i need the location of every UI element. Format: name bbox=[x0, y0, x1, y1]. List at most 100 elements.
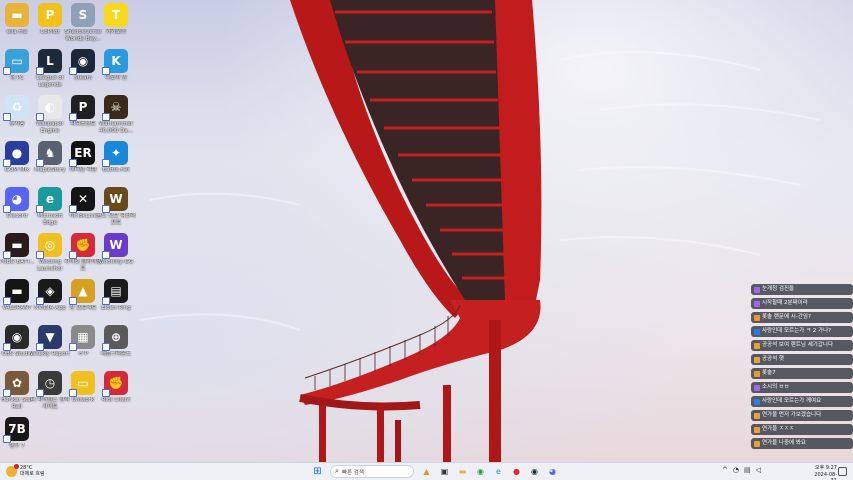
copilot-icon: P bbox=[38, 3, 62, 27]
desktop-shortcut-label: 텐구 7 bbox=[9, 443, 25, 449]
shortcut-arrow-icon bbox=[36, 159, 44, 167]
desktop-shortcut[interactable]: ✦ Battle.net bbox=[97, 141, 135, 185]
taskbar-search[interactable]: ⌕ 빠른 검색 bbox=[330, 465, 414, 478]
shortcut-arrow-icon bbox=[3, 67, 11, 75]
shortcut-arrow-icon bbox=[3, 159, 11, 167]
chat-message: 롯솔7 bbox=[751, 368, 853, 379]
weather-widget[interactable]: 28°C 대체로 흐림 bbox=[6, 463, 45, 477]
riot-client-icon: ✊ bbox=[102, 371, 128, 397]
shortcut-arrow-icon bbox=[69, 113, 77, 121]
chat-badge-icon bbox=[754, 300, 760, 307]
search-placeholder: 빠른 검색 bbox=[341, 469, 364, 476]
desktop-shortcut[interactable]: ▤ Elden Ring bbox=[97, 279, 135, 323]
shortcut-arrow-icon bbox=[102, 297, 110, 305]
shortcut-arrow-icon bbox=[36, 251, 44, 259]
desktop-shortcut[interactable]: ☠ Warhammer 40,000 Da... bbox=[97, 95, 135, 139]
taskbar-app-button[interactable]: e bbox=[492, 465, 505, 478]
system-tray: ^ ◔ ▤ ◁ bbox=[722, 466, 761, 474]
taskbar: 28°C 대체로 흐림 ⊞ ⌕ 빠른 검색 ▲ ▣ ▬ ◉ e ● ◉ ◕ ^ ◔ ▤ ◁ 오후 9… bbox=[0, 462, 853, 480]
chat-message-text: 사랑인데 모르는가 께여요 bbox=[762, 398, 822, 404]
notification-center-icon[interactable] bbox=[838, 467, 847, 476]
chat-message-text: 연가을 ㅈㅈㅈ bbox=[762, 426, 795, 432]
shortcut-arrow-icon bbox=[102, 159, 110, 167]
taskbar-app-button[interactable]: ◕ bbox=[546, 465, 559, 478]
chat-message-text: 연가을 먼저 가보겠습니다 bbox=[762, 412, 822, 418]
chat-message: 소시의 ㅂㅂ bbox=[751, 382, 853, 393]
shortcut-arrow-icon bbox=[102, 205, 110, 213]
desktop-shortcut-label: Riot Client bbox=[101, 397, 131, 403]
valorant-icon: ▬ bbox=[3, 279, 29, 305]
shortcut-arrow-icon bbox=[36, 343, 44, 351]
chat-message-text: 공공석 보여 랜트님 세기갑니다 bbox=[762, 342, 834, 348]
chat-message-text: 소시의 ㅂㅂ bbox=[762, 384, 790, 390]
shortcut-arrow-icon bbox=[3, 251, 11, 259]
desktop-shortcut[interactable]: T 카카오톡 bbox=[97, 3, 135, 47]
shortcut-arrow-icon bbox=[69, 159, 77, 167]
shortcut-arrow-icon bbox=[3, 297, 11, 305]
desktop-shortcut[interactable]: ✊ Riot Client bbox=[97, 371, 135, 415]
shortcut-arrow-icon bbox=[36, 389, 44, 397]
shortcut-arrow-icon bbox=[3, 435, 11, 443]
desktop-shortcut-label: 배틀그라운드 bbox=[100, 351, 132, 357]
chat-badge-icon bbox=[754, 398, 760, 405]
chat-message: 눈개청 검진들 bbox=[751, 284, 853, 295]
taskbar-app-button[interactable]: ▣ bbox=[438, 465, 451, 478]
desktop-shortcut[interactable]: W 월드 오브 워크래프트 bbox=[97, 187, 135, 231]
shortcut-arrow-icon bbox=[3, 113, 11, 121]
shortcut-arrow-icon bbox=[102, 113, 110, 121]
system-clock[interactable]: 오후 9:27 2024-08-31 bbox=[809, 465, 837, 480]
desktop-shortcut-label: 월드 오브 워크래프트 bbox=[96, 213, 136, 226]
desktop-shortcut[interactable]: ⊕ 배틀그라운드 bbox=[97, 325, 135, 369]
wooting-icon: ◎ bbox=[36, 233, 62, 259]
elden-icon: ▤ bbox=[102, 279, 128, 305]
chat-badge-icon bbox=[754, 426, 760, 433]
shortcut-arrow-icon bbox=[69, 205, 77, 213]
triangle-app-icon: ▼ bbox=[36, 325, 62, 351]
desktop-shortcut[interactable]: K 다모아 인 bbox=[97, 49, 135, 93]
shortcut-arrow-icon bbox=[102, 67, 110, 75]
desktop-shortcut-label: 카카오톡 bbox=[105, 29, 127, 35]
shortcut-arrow-icon bbox=[3, 389, 11, 397]
desktop-shortcut[interactable]: W Wootility-GG bbox=[97, 233, 135, 277]
obs-icon: ◉ bbox=[3, 325, 29, 351]
chat-badge-icon bbox=[754, 314, 760, 321]
shortcut-arrow-icon bbox=[69, 297, 77, 305]
chat-message-text: 롯솔7 bbox=[762, 370, 776, 376]
shortcut-arrow-icon bbox=[3, 205, 11, 213]
shadowverse-icon: S bbox=[71, 3, 95, 27]
x-app-icon: ✕ bbox=[69, 187, 95, 213]
chat-badge-icon bbox=[754, 342, 760, 349]
chrome-icon: ◉ bbox=[477, 467, 484, 476]
volume-icon[interactable]: ◁ bbox=[756, 466, 761, 474]
recycle-bin-icon: ♻ bbox=[3, 95, 29, 121]
monitor-icon: ▭ bbox=[3, 49, 29, 75]
taskbar-app-button[interactable]: ● bbox=[510, 465, 523, 478]
chevron-up-icon[interactable]: ^ bbox=[722, 466, 728, 474]
p-app-icon: P bbox=[69, 95, 95, 121]
chat-app-icon: ▭ bbox=[69, 371, 95, 397]
shortcut-arrow-icon bbox=[69, 67, 77, 75]
shortcut-arrow-icon bbox=[36, 297, 44, 305]
discord-icon: ◕ bbox=[3, 187, 29, 213]
chat-message: 연가을 ㅈㅈㅈ bbox=[751, 424, 853, 435]
chat-bubble-icon[interactable]: ◔ bbox=[733, 466, 739, 474]
pinned-apps: ▲ ▣ ▬ ◉ e ● ◉ ◕ bbox=[420, 465, 559, 478]
network-icon[interactable]: ▤ bbox=[744, 466, 751, 474]
chat-message-text: 사랑인데 모르는가 ㅋ 2 가나? bbox=[762, 328, 832, 334]
shortcut-arrow-icon bbox=[102, 389, 110, 397]
taskbar-app-button[interactable]: ▬ bbox=[456, 465, 469, 478]
chat-message: 연가을 나중에 봐요 bbox=[751, 438, 853, 449]
desktop-shortcut[interactable]: 7B 텐구 7 bbox=[0, 417, 36, 461]
shortcut-arrow-icon bbox=[69, 343, 77, 351]
eternal-return-icon: ER bbox=[69, 141, 95, 167]
taskbar-app-button[interactable]: ◉ bbox=[474, 465, 487, 478]
taskbar-app-button[interactable]: ◉ bbox=[528, 465, 541, 478]
stream-chat-overlay: 눈개청 검진들 시작할때 2분짜이라 롯솔 랜문에 시-간임? 사랑인데 모르는가 ㅋ… bbox=[751, 284, 853, 452]
kakaotalk-icon: T bbox=[104, 3, 128, 27]
edge-icon: e bbox=[36, 187, 62, 213]
seventy-eight-icon: 7B bbox=[3, 417, 29, 443]
taskbar-app-button[interactable]: ▲ bbox=[420, 465, 433, 478]
desktop-shortcut-label: Elden Ring bbox=[101, 305, 131, 311]
battlenet-icon: ✦ bbox=[102, 141, 128, 167]
start-button[interactable]: ⊞ bbox=[311, 465, 324, 478]
